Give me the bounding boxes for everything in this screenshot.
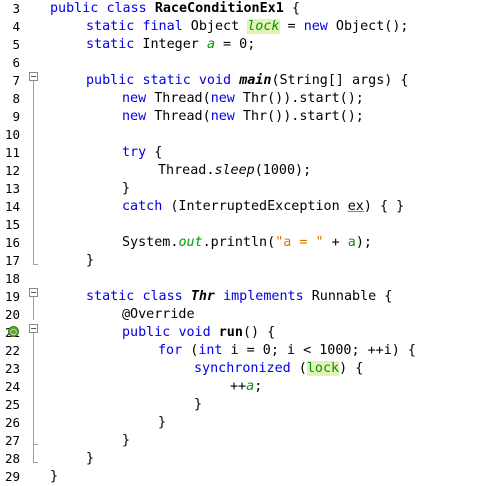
line-number: 17 [4, 253, 20, 268]
line-number: 11 [4, 145, 20, 160]
fold-collapse-icon[interactable] [29, 72, 38, 81]
line-number: 7 [12, 73, 20, 88]
method-run: run [218, 325, 243, 340]
code-line: public class RaceConditionEx1 { [50, 1, 300, 16]
variable-ex: ex [347, 199, 364, 214]
fold-end-thr [33, 462, 38, 463]
code-line: } [86, 253, 95, 268]
line-number: 16 [4, 235, 20, 250]
method-sleep: sleep [214, 163, 255, 178]
keyword: public [50, 1, 99, 16]
code-line: ++a; [230, 379, 263, 394]
line-number: 3 [12, 1, 20, 16]
fold-collapse-icon[interactable] [29, 288, 38, 297]
code-line: @Override [122, 306, 195, 324]
line-number-gutter: 3456789101112131415161718192021222324252… [0, 0, 44, 484]
line-number: 22 [4, 343, 20, 358]
string-literal: "a = " [275, 235, 324, 250]
class-name: RaceConditionEx1 [154, 1, 284, 16]
line-number: 14 [4, 199, 20, 214]
fold-guide-main [33, 81, 34, 264]
field-out: out [178, 235, 203, 250]
code-line: synchronized (lock) { [194, 361, 364, 376]
code-line: new Thread(new Thr()).start(); [122, 109, 364, 124]
code-line: static class Thr implements Runnable { [86, 289, 393, 304]
code-line: } [86, 451, 95, 466]
line-number: 20 [4, 307, 20, 322]
code-line: new Thread(new Thr()).start(); [122, 91, 364, 106]
field-lock: lock [247, 19, 280, 34]
fold-guide-run [33, 333, 34, 462]
line-number: 27 [4, 433, 20, 448]
line-number: 26 [4, 415, 20, 430]
line-number: 10 [4, 127, 20, 142]
code-line: for (int i = 0; i < 1000; ++i) { [158, 343, 416, 358]
class-thr: Thr [190, 289, 215, 304]
line-number: 13 [4, 181, 20, 196]
code-line: } [122, 181, 131, 196]
annotation-override: @Override [122, 307, 195, 322]
fold-collapse-icon[interactable] [29, 324, 38, 333]
code-line: } [50, 469, 59, 484]
code-line: } [122, 433, 131, 448]
code-line: try { [122, 145, 163, 160]
code-area[interactable]: public class RaceConditionEx1 { static f… [44, 0, 488, 484]
fold-end-main [33, 264, 38, 265]
override-indicator-icon[interactable]: ○ [8, 326, 19, 337]
line-number: 15 [4, 217, 20, 232]
line-number: 6 [12, 55, 20, 70]
code-line: } [194, 397, 203, 412]
method-main: main [239, 73, 272, 88]
line-number: 23 [4, 361, 20, 376]
code-line: public static void main(String[] args) { [86, 73, 409, 88]
line-number: 29 [4, 469, 20, 484]
line-number: 8 [12, 91, 20, 106]
code-line: catch (InterruptedException ex) { } [122, 199, 405, 214]
code-line: public void run() { [122, 325, 276, 340]
code-line: static final Object lock = new Object(); [86, 19, 409, 34]
line-number: 19 [4, 289, 20, 304]
line-number: 24 [4, 379, 20, 394]
field-lock: lock [306, 361, 340, 376]
code-line: } [158, 415, 167, 430]
line-number: 5 [12, 37, 20, 52]
field-a: a [206, 37, 215, 52]
line-number: 25 [4, 397, 20, 412]
code-line: static Integer a = 0; [86, 37, 256, 52]
line-number: 9 [12, 109, 20, 124]
code-line: Thread.sleep(1000); [158, 163, 312, 178]
fold-guide-thr [33, 297, 34, 320]
line-number: 4 [12, 19, 20, 34]
code-editor[interactable]: 3456789101112131415161718192021222324252… [0, 0, 488, 484]
line-number: 28 [4, 451, 20, 466]
line-number: 18 [4, 271, 20, 286]
code-line: System.out.println("a = " + a); [122, 235, 372, 250]
keyword: class [106, 1, 147, 16]
fold-end-run [33, 444, 38, 445]
line-number: 12 [4, 163, 20, 178]
